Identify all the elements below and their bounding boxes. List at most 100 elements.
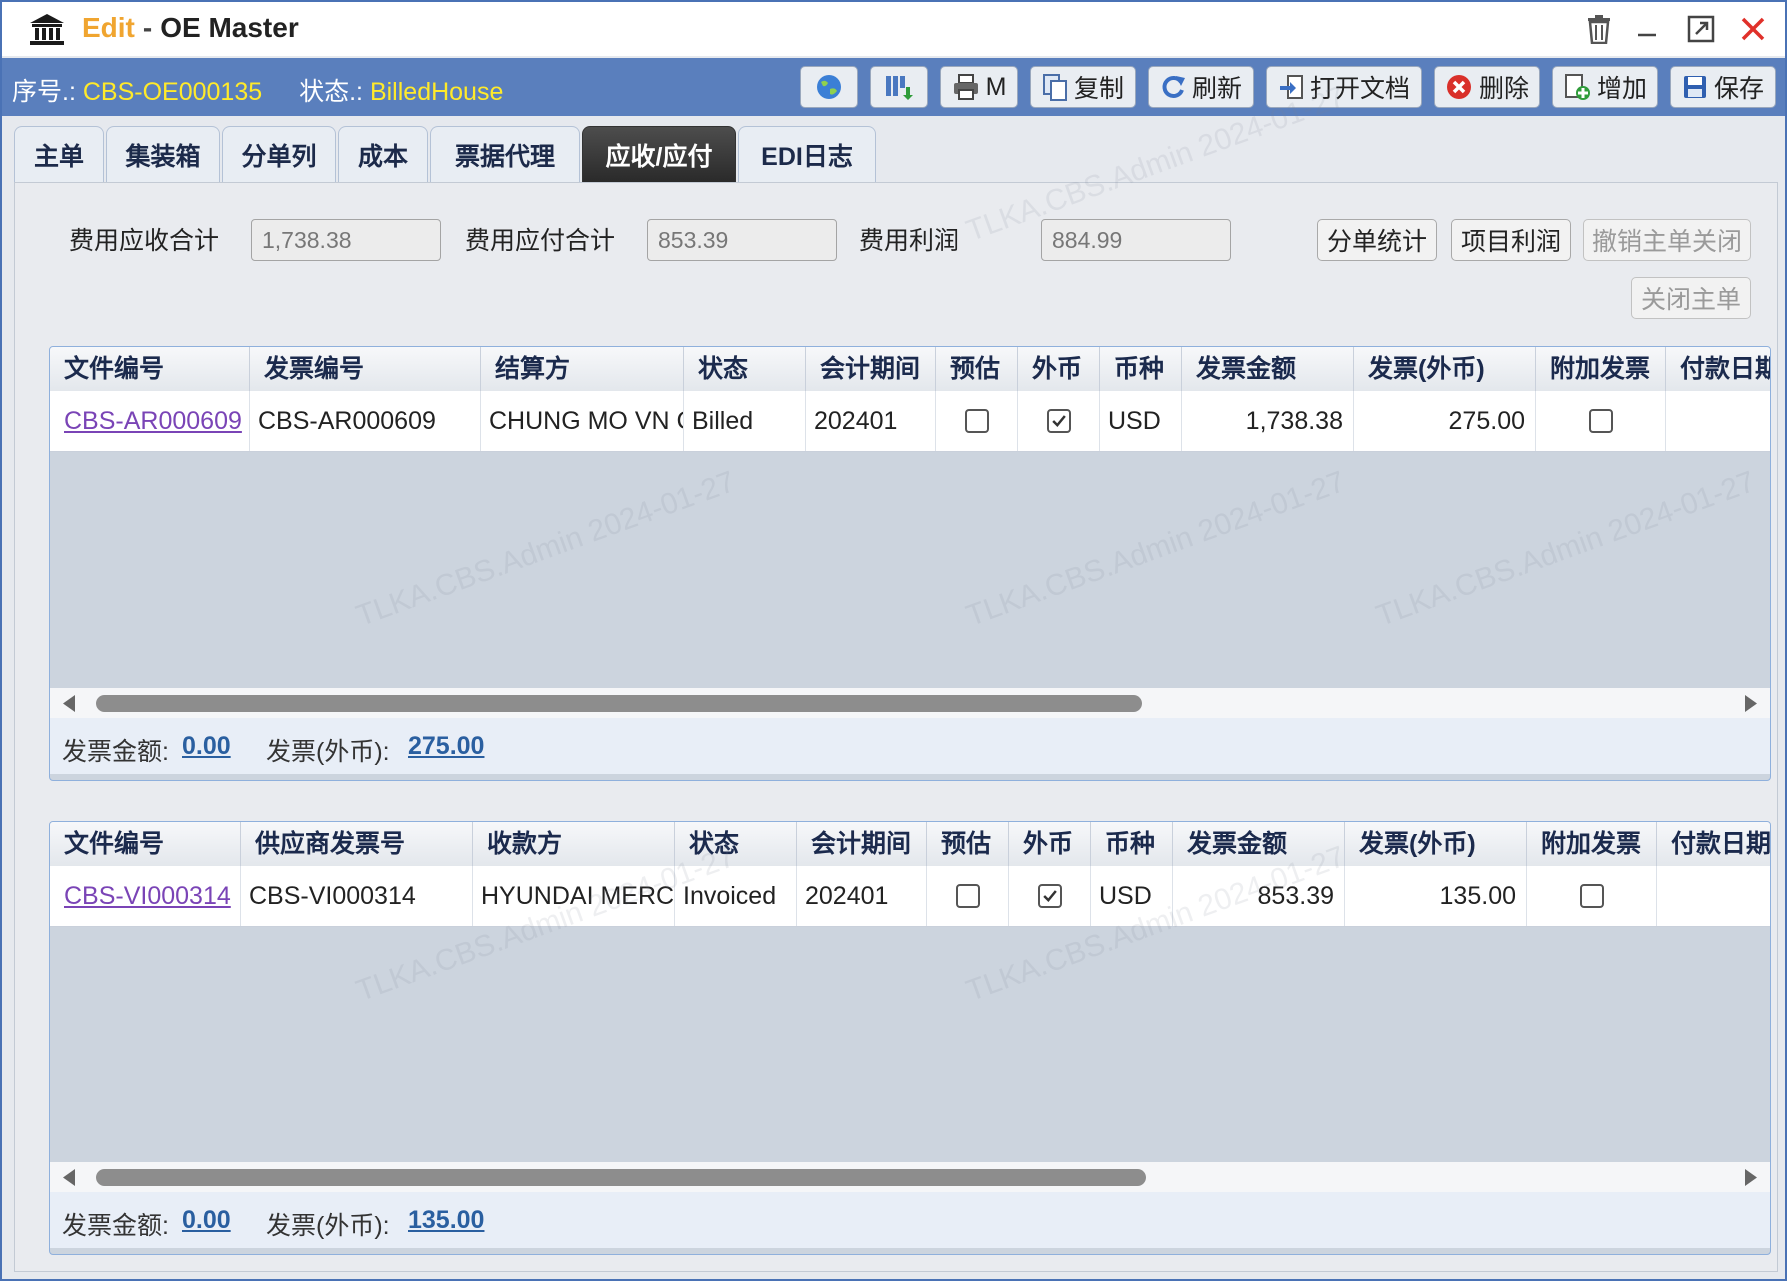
minimize-icon — [1638, 33, 1656, 37]
col-pay-date[interactable]: 付款日期 — [1666, 347, 1770, 391]
footer-foreign-label: 发票(外币): — [266, 738, 390, 766]
col-amount-foreign[interactable]: 发票(外币) — [1345, 822, 1527, 866]
footer-foreign-value[interactable]: 135.00 — [408, 1206, 484, 1235]
table-row[interactable]: CBS-AR000609 CBS-AR000609 CHUNG MO VN CO… — [50, 391, 1770, 452]
row-estimate-cell — [927, 866, 1009, 926]
col-extra-invoice[interactable]: 附加发票 — [1527, 822, 1657, 866]
col-file-no[interactable]: 文件编号 — [50, 347, 250, 391]
payable-total-field: 853.39 — [647, 219, 837, 261]
col-currency[interactable]: 币种 — [1091, 822, 1173, 866]
footer-foreign-label: 发票(外币): — [266, 1212, 390, 1240]
tab-document-agent[interactable]: 票据代理 — [430, 126, 580, 182]
open-document-button[interactable]: 打开文档 — [1266, 66, 1422, 108]
save-icon — [1683, 76, 1706, 98]
row-foreign-cell — [1018, 391, 1100, 451]
extra-invoice-checkbox[interactable] — [1580, 884, 1604, 908]
col-period[interactable]: 会计期间 — [806, 347, 936, 391]
project-profit-button[interactable]: 项目利润 — [1451, 219, 1571, 261]
col-foreign[interactable]: 外币 — [1018, 347, 1100, 391]
col-status[interactable]: 状态 — [675, 822, 797, 866]
minimize-button[interactable] — [1628, 10, 1666, 48]
receivable-footer: 发票金额: 0.00 发票(外币): 275.00 — [50, 718, 1770, 774]
row-amount-foreign: 135.00 — [1345, 866, 1527, 926]
file-no-link[interactable]: CBS-AR000609 — [64, 407, 242, 435]
refresh-button[interactable]: 刷新 — [1148, 66, 1254, 108]
row-period: 202401 — [797, 866, 927, 926]
row-extra-invoice-cell — [1536, 391, 1666, 451]
col-estimate[interactable]: 预估 — [936, 347, 1018, 391]
col-estimate[interactable]: 预估 — [927, 822, 1009, 866]
row-amount: 853.39 — [1173, 866, 1345, 926]
col-payee[interactable]: 收款方 — [473, 822, 675, 866]
extra-invoice-checkbox[interactable] — [1589, 409, 1613, 433]
export-button[interactable] — [870, 66, 928, 108]
col-vendor-invoice-no[interactable]: 供应商发票号 — [241, 822, 473, 866]
foreign-checkbox[interactable] — [1047, 409, 1071, 433]
maximize-button[interactable] — [1682, 10, 1720, 48]
copy-button[interactable]: 复制 — [1030, 66, 1136, 108]
house-stats-button[interactable]: 分单统计 — [1317, 219, 1437, 261]
col-status[interactable]: 状态 — [684, 347, 806, 391]
col-invoice-no[interactable]: 发票编号 — [250, 347, 481, 391]
print-button[interactable]: M — [940, 66, 1018, 108]
payable-footer: 发票金额: 0.00 发票(外币): 135.00 — [50, 1192, 1770, 1248]
col-foreign[interactable]: 外币 — [1009, 822, 1091, 866]
info-toolbar: 序号.: CBS-OE000135 状态.: BilledHouse M 复制 … — [2, 58, 1785, 116]
delete-button[interactable]: 删除 — [1434, 66, 1540, 108]
bank-icon — [30, 14, 64, 45]
payable-total-label: 费用应付合计 — [465, 227, 616, 255]
col-file-no[interactable]: 文件编号 — [50, 822, 241, 866]
status-value: BilledHouse — [369, 78, 504, 106]
ar-ap-panel: 费用应收合计 1,738.38 费用应付合计 853.39 费用利润 884.9… — [14, 182, 1778, 1272]
status-label: 状态.: — [299, 78, 363, 106]
delete-icon — [1446, 75, 1471, 99]
window-mode: Edit — [82, 12, 135, 43]
add-button[interactable]: 增加 — [1552, 66, 1658, 108]
tab-edi-log[interactable]: EDI日志 — [738, 126, 876, 182]
scroll-left-icon[interactable] — [62, 1169, 76, 1186]
print-label: M — [985, 72, 1007, 101]
col-period[interactable]: 会计期间 — [797, 822, 927, 866]
receivable-scrollbar[interactable] — [50, 688, 1770, 718]
copy-label: 复制 — [1073, 75, 1124, 103]
tab-master[interactable]: 主单 — [14, 126, 104, 182]
tab-ar-ap[interactable]: 应收/应付 — [582, 126, 736, 182]
payable-scrollbar[interactable] — [50, 1162, 1770, 1192]
scroll-right-icon[interactable] — [1744, 695, 1758, 712]
row-file-no[interactable]: CBS-AR000609 — [50, 391, 250, 451]
globe-button[interactable] — [800, 66, 858, 108]
row-party: CHUNG MO VN CO — [481, 391, 684, 451]
printer-icon — [953, 74, 978, 100]
scroll-right-icon[interactable] — [1744, 1169, 1758, 1186]
foreign-checkbox[interactable] — [1038, 884, 1062, 908]
col-amount-foreign[interactable]: 发票(外币) — [1354, 347, 1536, 391]
cancel-master-close-button[interactable]: 撤销主单关闭 — [1583, 219, 1751, 261]
title-bar: Edit - OE Master — [2, 2, 1785, 56]
close-button[interactable] — [1734, 10, 1772, 48]
row-currency: USD — [1100, 391, 1182, 451]
col-pay-date[interactable]: 付款日期 — [1657, 822, 1770, 866]
scroll-thumb[interactable] — [96, 695, 1142, 712]
tab-cost[interactable]: 成本 — [338, 126, 428, 182]
receivable-total-field: 1,738.38 — [251, 219, 441, 261]
table-row[interactable]: CBS-VI000314 CBS-VI000314 HYUNDAI MERCHA… — [50, 866, 1770, 927]
footer-foreign-value[interactable]: 275.00 — [408, 732, 484, 761]
row-file-no[interactable]: CBS-VI000314 — [50, 866, 241, 926]
estimate-checkbox[interactable] — [965, 409, 989, 433]
footer-amount-value[interactable]: 0.00 — [182, 732, 231, 761]
col-amount[interactable]: 发票金额 — [1182, 347, 1354, 391]
close-master-button[interactable]: 关闭主单 — [1631, 277, 1751, 319]
scroll-left-icon[interactable] — [62, 695, 76, 712]
tab-containers[interactable]: 集装箱 — [106, 126, 220, 182]
scroll-thumb[interactable] — [96, 1169, 1146, 1186]
col-extra-invoice[interactable]: 附加发票 — [1536, 347, 1666, 391]
col-currency[interactable]: 币种 — [1100, 347, 1182, 391]
save-button[interactable]: 保存 — [1670, 66, 1776, 108]
col-settle-party[interactable]: 结算方 — [481, 347, 684, 391]
footer-amount-value[interactable]: 0.00 — [182, 1206, 231, 1235]
tab-house-list[interactable]: 分单列 — [222, 126, 336, 182]
estimate-checkbox[interactable] — [956, 884, 980, 908]
col-amount[interactable]: 发票金额 — [1173, 822, 1345, 866]
file-no-link[interactable]: CBS-VI000314 — [64, 882, 231, 910]
trash-window-button[interactable] — [1580, 10, 1618, 48]
